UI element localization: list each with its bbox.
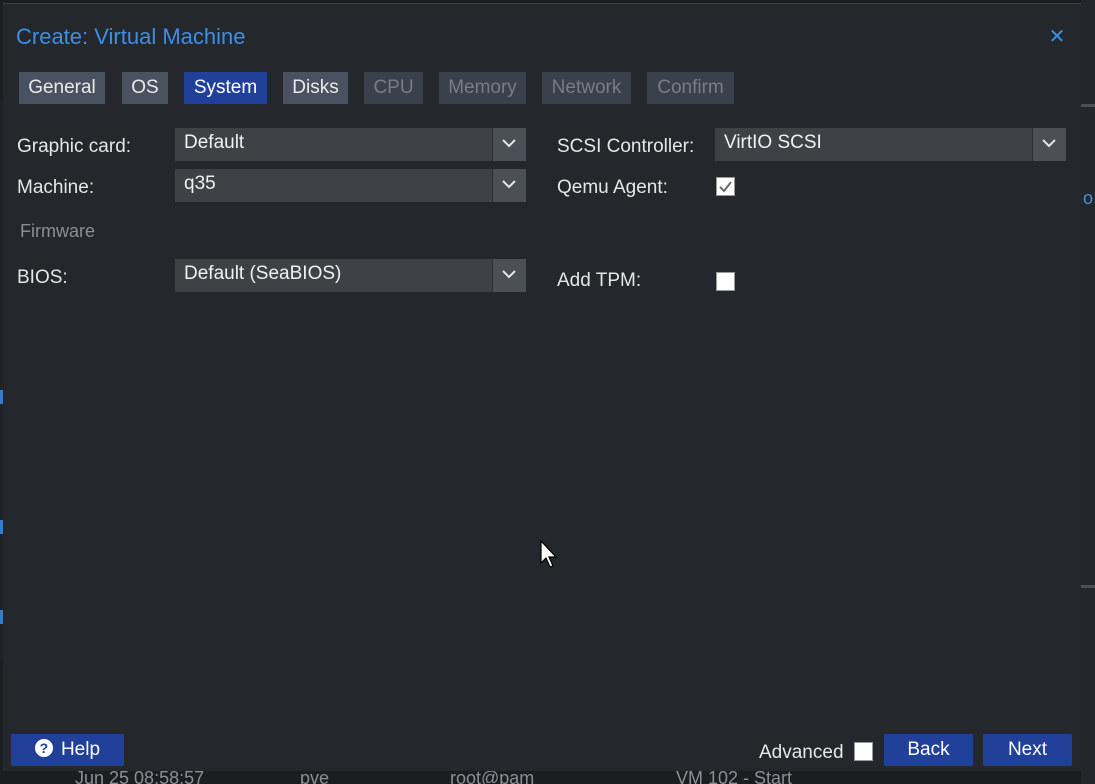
advanced-checkbox[interactable] [854, 742, 873, 761]
chevron-down-icon[interactable] [492, 169, 526, 202]
task-time: Jun 25 08:58:57 [75, 770, 205, 784]
question-icon: ? [34, 738, 53, 757]
tab-disks[interactable]: Disks [283, 72, 348, 104]
graphic-card-value: Default [184, 132, 245, 153]
tab-network: Network [542, 72, 631, 104]
machine-select[interactable]: q35 [175, 169, 526, 202]
add-tpm-checkbox[interactable] [716, 272, 735, 291]
chevron-down-icon[interactable] [492, 259, 526, 292]
background-divider [1081, 585, 1095, 588]
tab-os[interactable]: OS [122, 72, 168, 104]
background-panel [1081, 0, 1095, 784]
machine-value: q35 [184, 173, 216, 194]
help-button-label: Help [60, 739, 101, 760]
checkmark-icon [719, 181, 732, 193]
qemu-agent-label: Qemu Agent: [557, 177, 668, 198]
add-tpm-label: Add TPM: [557, 270, 642, 291]
system-form: Graphic card: Default Machine: q35 Firmw… [3, 114, 1081, 714]
tab-memory: Memory [439, 72, 526, 104]
firmware-section-title: Firmware [20, 221, 95, 241]
background-task-row: Jun 25 08:58:57 pve root@pam VM 102 - St… [0, 770, 1095, 784]
tab-confirm: Confirm [647, 72, 734, 104]
task-description: VM 102 - Start [676, 770, 793, 784]
back-button[interactable]: Back [884, 734, 973, 766]
graphic-card-label: Graphic card: [17, 136, 132, 157]
help-button[interactable]: ? Help [11, 734, 124, 766]
scsi-controller-select[interactable]: VirtIO SCSI [715, 128, 1066, 161]
tab-general[interactable]: General [19, 72, 105, 104]
graphic-card-select[interactable]: Default [175, 128, 526, 161]
background-divider [1081, 104, 1095, 107]
scsi-controller-label: SCSI Controller: [557, 136, 695, 157]
task-node: pve [300, 770, 330, 784]
next-button[interactable]: Next [983, 734, 1072, 766]
scsi-controller-value: VirtIO SCSI [724, 132, 822, 153]
advanced-label: Advanced [759, 742, 844, 763]
tab-system[interactable]: System [184, 72, 267, 104]
background-glyph: o [1083, 188, 1094, 208]
dialog-title: Create: Virtual Machine [16, 24, 246, 49]
mouse-cursor-icon [540, 540, 558, 568]
bios-label: BIOS: [17, 267, 68, 288]
chevron-down-icon[interactable] [492, 128, 526, 161]
qemu-agent-checkbox[interactable] [716, 177, 735, 196]
machine-label: Machine: [17, 177, 95, 198]
task-user: root@pam [450, 770, 535, 784]
create-vm-dialog: Create: Virtual Machine ✕ General OS Sys… [3, 3, 1081, 771]
tab-cpu: CPU [364, 72, 423, 104]
bios-value: Default (SeaBIOS) [184, 263, 342, 284]
chevron-down-icon[interactable] [1032, 128, 1066, 161]
close-icon[interactable]: ✕ [1046, 26, 1068, 48]
bios-select[interactable]: Default (SeaBIOS) [175, 259, 526, 292]
